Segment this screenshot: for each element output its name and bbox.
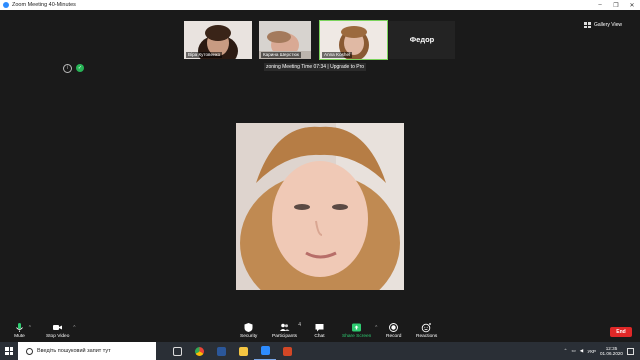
- speaker-face-image: [236, 123, 404, 290]
- task-view-icon: [172, 346, 182, 356]
- powerpoint-app[interactable]: [276, 342, 298, 360]
- shield-icon: [244, 323, 253, 332]
- record-button[interactable]: Record: [386, 322, 401, 339]
- participant-name: Віра Кутовенко: [186, 52, 223, 58]
- mute-button[interactable]: Mute ⌃: [14, 322, 32, 339]
- zoom-icon: [260, 346, 270, 355]
- participant-thumbnail[interactable]: Карина Шерстюк: [259, 21, 311, 59]
- windows-taskbar: Введіть пошуковий запит тут: [0, 342, 640, 360]
- chat-label: Chat: [314, 334, 325, 339]
- participant-thumbnail-active[interactable]: Anna Koshel: [319, 20, 388, 60]
- word-app[interactable]: [210, 342, 232, 360]
- task-view-button[interactable]: [166, 342, 188, 360]
- chrome-icon: [194, 346, 204, 356]
- folder-icon: [238, 346, 248, 356]
- chevron-up-icon[interactable]: ⌃: [28, 325, 32, 331]
- chevron-up-icon[interactable]: ⌃: [564, 348, 568, 354]
- reactions-label: Reactions: [416, 334, 438, 339]
- chevron-up-icon[interactable]: ⌃: [72, 325, 76, 331]
- chrome-app[interactable]: [188, 342, 210, 360]
- start-button[interactable]: [0, 342, 18, 360]
- participants-icon: [280, 323, 290, 331]
- window-title: Zoom Meeting 40-Minutes: [12, 2, 76, 8]
- explorer-app[interactable]: [232, 342, 254, 360]
- clock-date: 01.06.2020: [600, 351, 623, 356]
- window-controls: – ❐ ✕: [592, 0, 640, 10]
- reactions-button[interactable]: Reactions: [416, 322, 437, 339]
- close-button[interactable]: ✕: [624, 0, 640, 10]
- encryption-shield-icon[interactable]: ✓: [76, 64, 84, 72]
- notifications-icon[interactable]: [627, 347, 634, 355]
- taskbar-search-placeholder: Введіть пошуковий запит тут: [37, 348, 111, 354]
- meeting-stage: Віра Кутовенко Карина Шерстюк Anna Koshe…: [0, 10, 640, 328]
- share-screen-button[interactable]: Share Screen ⌃: [342, 322, 378, 339]
- powerpoint-icon: [282, 346, 292, 356]
- search-icon: [26, 347, 33, 355]
- gallery-view-label: Gallery View: [594, 22, 622, 28]
- meeting-toolbar: Mute ⌃ Stop Video ⌃ Security Participant…: [0, 320, 640, 342]
- participant-name-placeholder: Федор: [409, 35, 435, 44]
- meeting-info-icon[interactable]: i: [63, 64, 72, 73]
- participant-thumbnail[interactable]: Віра Кутовенко: [184, 21, 252, 59]
- minimize-button[interactable]: –: [592, 0, 608, 10]
- window-titlebar: Zoom Meeting 40-Minutes – ❐ ✕: [0, 0, 640, 10]
- keyboard-language[interactable]: УКР: [587, 349, 596, 354]
- word-icon: [216, 346, 226, 356]
- gallery-grid-icon: [584, 22, 592, 28]
- security-label: Security: [240, 334, 258, 339]
- gallery-view-button[interactable]: Gallery View: [584, 22, 622, 28]
- stop-video-button[interactable]: Stop Video ⌃: [46, 322, 76, 339]
- smiley-plus-icon: [421, 323, 432, 333]
- participants-label: Participants: [272, 334, 298, 339]
- taskbar-search[interactable]: Введіть пошуковий запит тут: [18, 342, 156, 360]
- volume-icon[interactable]: ◀: [580, 348, 584, 354]
- taskbar-apps: [166, 342, 298, 360]
- windows-logo-icon: [5, 347, 13, 355]
- active-speaker-video: [236, 123, 404, 290]
- participant-thumbnail[interactable]: Федор: [389, 21, 455, 59]
- video-camera-icon: [53, 325, 63, 330]
- record-label: Record: [386, 334, 402, 339]
- network-icon[interactable]: ▭: [571, 348, 575, 354]
- stop-video-label: Stop Video: [46, 334, 70, 339]
- record-icon: [389, 323, 399, 332]
- security-button[interactable]: Security: [240, 322, 257, 339]
- maximize-button[interactable]: ❐: [608, 0, 624, 10]
- mute-label: Mute: [14, 334, 25, 339]
- microphone-icon: [16, 323, 23, 332]
- share-screen-label: Share Screen: [342, 334, 372, 339]
- chat-bubble-icon: [315, 324, 324, 332]
- chat-button[interactable]: Chat: [314, 322, 325, 339]
- participant-name: Anna Koshel: [322, 52, 353, 58]
- zoom-app-icon: [3, 2, 9, 8]
- share-screen-icon: [352, 323, 362, 332]
- end-meeting-button[interactable]: End: [610, 327, 632, 337]
- zoom-app[interactable]: [254, 342, 276, 360]
- participants-button[interactable]: Participants 4: [272, 322, 301, 339]
- chevron-up-icon[interactable]: ⌃: [374, 325, 378, 331]
- taskbar-clock[interactable]: 12:35 01.06.2020: [600, 346, 623, 357]
- participant-name: Карина Шерстюк: [261, 52, 301, 58]
- participants-count: 4: [298, 322, 302, 328]
- meeting-time-banner[interactable]: zoning Meeting Time 07:34 | Upgrade to P…: [264, 63, 367, 71]
- system-tray: ⌃ ▭ ◀ УКР 12:35 01.06.2020: [564, 342, 640, 360]
